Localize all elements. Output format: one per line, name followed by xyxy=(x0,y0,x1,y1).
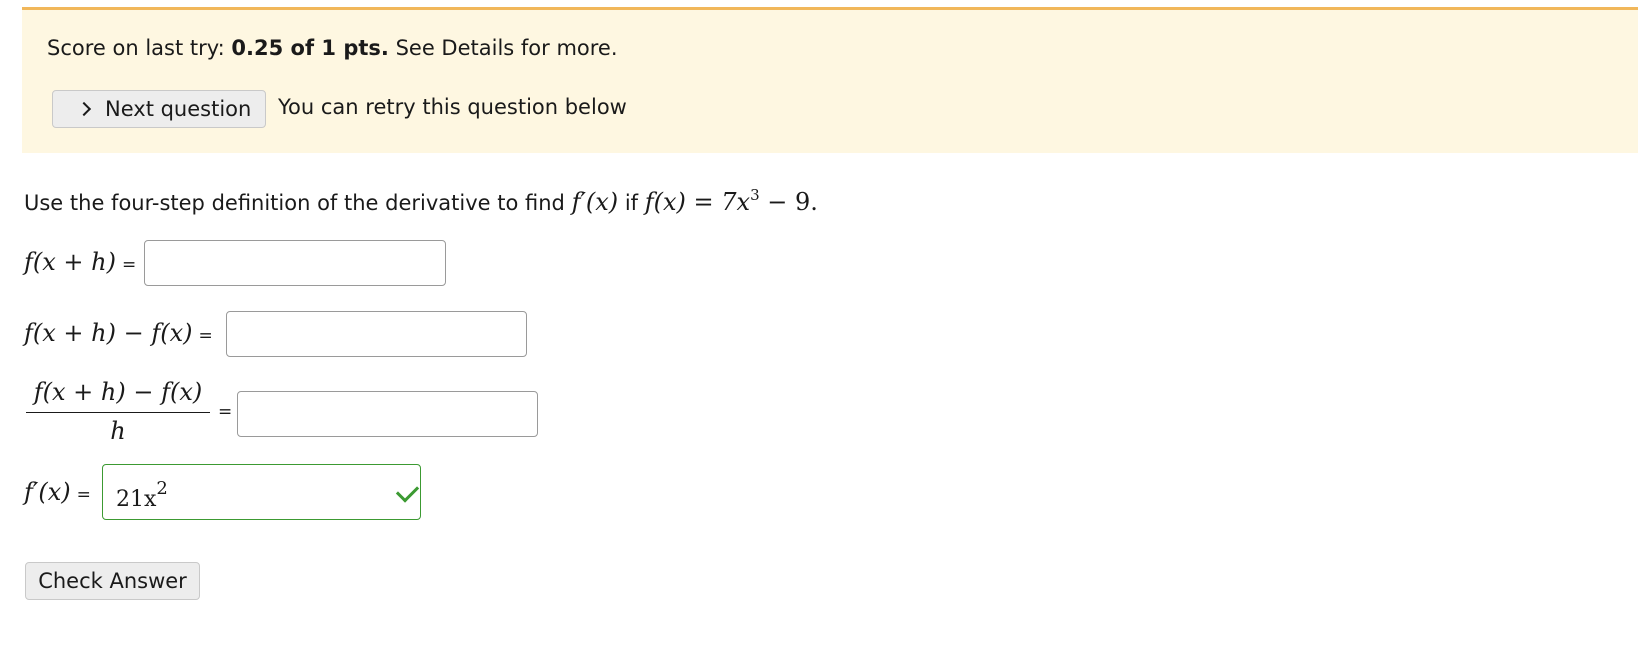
step4-answer-exponent: 2 xyxy=(156,478,168,499)
prompt-function: f(x) = 7x3 − 9. xyxy=(644,186,818,216)
question-prompt: Use the four-step definition of the deri… xyxy=(24,186,818,216)
check-answer-button[interactable]: Check Answer xyxy=(25,562,200,600)
step3-fraction: f(x + h) − f(x) h xyxy=(26,378,210,445)
next-question-label: Next question xyxy=(105,97,252,121)
prompt-function-exponent: 3 xyxy=(750,186,760,204)
next-question-button[interactable]: Next question xyxy=(52,90,266,128)
step2-answer-input[interactable] xyxy=(226,311,527,357)
step1-expression: f(x + h) xyxy=(24,248,116,276)
score-value: 0.25 of 1 pts. xyxy=(231,36,389,60)
prompt-fprime: f′(x) xyxy=(571,188,619,216)
step3-numerator: f(x + h) − f(x) xyxy=(26,378,210,413)
score-banner: Score on last try: 0.25 of 1 pts. See De… xyxy=(22,7,1638,153)
step3-answer-input[interactable] xyxy=(237,391,538,437)
step4-label: f′(x) = xyxy=(24,478,91,506)
retry-note: You can retry this question below xyxy=(278,95,627,119)
step1-equals: = xyxy=(121,255,137,275)
chevron-right-icon xyxy=(76,101,92,117)
prompt-function-tail: − 9. xyxy=(759,188,818,216)
step2-equals: = xyxy=(198,326,213,346)
step4-answer-value: 21x2 xyxy=(116,478,168,512)
step2-label: f(x + h) − f(x) = xyxy=(24,319,213,347)
score-suffix: See Details for more. xyxy=(388,36,618,60)
step4-equals: = xyxy=(76,485,91,505)
prompt-text: Use the four-step definition of the deri… xyxy=(24,191,572,215)
step4-expression: f′(x) xyxy=(24,478,71,506)
prompt-function-lhs: f(x) = 7x xyxy=(644,188,751,216)
score-prefix: Score on last try: xyxy=(47,36,232,60)
step1-answer-input[interactable] xyxy=(144,240,446,286)
step2-expression: f(x + h) − f(x) xyxy=(24,319,193,347)
step1-label: f(x + h) = xyxy=(24,248,136,276)
step3-equals: = xyxy=(218,402,233,422)
step3-denominator: h xyxy=(110,417,126,445)
prompt-if: if xyxy=(618,191,645,215)
score-summary: Score on last try: 0.25 of 1 pts. See De… xyxy=(47,36,618,60)
step4-answer-base: 21x xyxy=(116,487,157,512)
